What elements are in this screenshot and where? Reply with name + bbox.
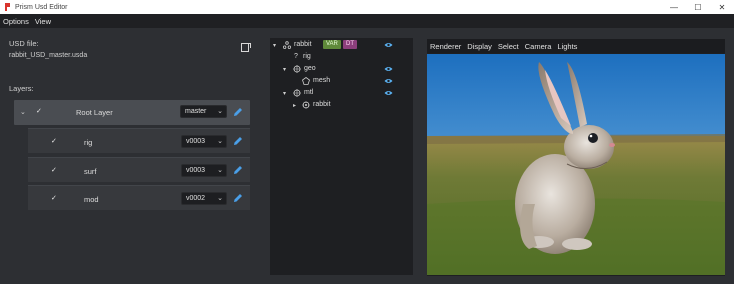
version-dropdown-root[interactable]: master ⌄ — [180, 105, 227, 118]
chevron-down-icon: ⌄ — [217, 195, 223, 202]
node-label: rabbit — [294, 41, 312, 48]
xform-icon — [283, 41, 291, 49]
edit-pencil-icon[interactable] — [233, 107, 243, 117]
tree-node-rabbit[interactable]: ▾ rabbit VAR DT — [273, 40, 411, 50]
title-bar: Prism Usd Editor — ☐ ✕ — [0, 0, 734, 14]
viewport-render[interactable] — [427, 54, 725, 275]
app-logo-icon — [5, 3, 10, 11]
layer-row-rig[interactable]: ✓ rig v0003 ⌄ — [28, 128, 250, 153]
viewport-panel: Renderer Display Select Camera Lights — [427, 39, 725, 276]
unknown-prim-icon: ? — [294, 53, 298, 60]
right-edge-strip — [728, 28, 734, 284]
version-dropdown-rig[interactable]: v0003 ⌄ — [181, 135, 227, 148]
edit-pencil-icon[interactable] — [233, 165, 243, 175]
expand-triangle-icon[interactable]: ▾ — [283, 66, 286, 73]
viewport-menu-camera[interactable]: Camera — [525, 42, 552, 51]
visibility-eye-icon[interactable] — [384, 42, 393, 48]
chevron-down-icon[interactable]: ⌄ — [20, 108, 26, 116]
xform-target-icon — [293, 89, 301, 97]
layer-row-surf[interactable]: ✓ surf v0003 ⌄ — [28, 157, 250, 182]
rendered-scene — [427, 54, 725, 275]
checkbox-rig[interactable]: ✓ — [51, 137, 57, 145]
collapsed-triangle-icon[interactable]: ▸ — [293, 102, 296, 109]
layer-name: rig — [84, 138, 93, 147]
edit-pencil-icon[interactable] — [233, 136, 243, 146]
scene-outliner: ▾ rabbit VAR DT ? rig ▾ geo mesh ▾ mtl ▸… — [270, 38, 413, 275]
xform-target-icon — [293, 65, 301, 73]
layer-row-mod[interactable]: ✓ mod v0002 ⌄ — [28, 185, 250, 210]
minimize-button[interactable]: — — [662, 0, 686, 14]
node-label: rabbit — [313, 101, 331, 108]
checkbox-root[interactable]: ✓ — [36, 107, 42, 115]
layer-name: Root Layer — [76, 108, 113, 117]
chevron-down-icon: ⌄ — [217, 138, 223, 145]
chevron-down-icon: ⌄ — [217, 108, 223, 115]
viewport-menu-display[interactable]: Display — [467, 42, 492, 51]
tree-node-mtl[interactable]: ▾ mtl — [273, 88, 411, 98]
visibility-eye-icon[interactable] — [384, 66, 393, 72]
menu-bar: Options View — [0, 14, 734, 28]
layers-label: Layers: — [9, 84, 34, 93]
menu-view[interactable]: View — [35, 17, 51, 26]
version-dropdown-surf[interactable]: v0003 ⌄ — [181, 164, 227, 177]
edit-pencil-icon[interactable] — [233, 193, 243, 203]
checkbox-mod[interactable]: ✓ — [51, 194, 57, 202]
tree-node-rig[interactable]: ? rig — [273, 52, 411, 62]
viewport-menu-renderer[interactable]: Renderer — [430, 42, 461, 51]
mesh-icon — [302, 77, 310, 85]
layer-name: mod — [84, 195, 99, 204]
node-label: mesh — [313, 77, 331, 84]
material-icon — [302, 101, 310, 109]
tree-node-geo[interactable]: ▾ geo — [273, 64, 411, 74]
layer-name: surf — [84, 167, 97, 176]
close-button[interactable]: ✕ — [710, 0, 734, 14]
viewport-menu-select[interactable]: Select — [498, 42, 519, 51]
menu-options[interactable]: Options — [3, 17, 29, 26]
layer-row-root[interactable]: ⌄ ✓ Root Layer master ⌄ — [14, 100, 250, 125]
tree-node-rabbit-material[interactable]: ▸ rabbit — [273, 100, 411, 110]
maximize-button[interactable]: ☐ — [686, 0, 710, 14]
usd-file-path: rabbit_USD_master.usda — [9, 52, 88, 59]
viewport-menu-lights[interactable]: Lights — [557, 42, 577, 51]
chevron-down-icon: ⌄ — [217, 167, 223, 174]
expand-triangle-icon[interactable]: ▾ — [283, 90, 286, 97]
tree-node-mesh[interactable]: mesh — [273, 76, 411, 86]
visibility-eye-icon[interactable] — [384, 78, 393, 84]
version-dropdown-mod[interactable]: v0002 ⌄ — [181, 192, 227, 205]
node-label: geo — [304, 65, 316, 72]
window-controls: — ☐ ✕ — [662, 0, 734, 14]
node-label: rig — [303, 53, 311, 60]
variant-badge[interactable]: VAR — [323, 40, 341, 49]
visibility-eye-icon[interactable] — [384, 90, 393, 96]
expand-triangle-icon[interactable]: ▾ — [273, 42, 276, 49]
checkbox-surf[interactable]: ✓ — [51, 166, 57, 174]
open-file-icon[interactable] — [241, 42, 251, 52]
viewport-menu-bar: Renderer Display Select Camera Lights — [427, 39, 725, 53]
usd-file-label: USD file: — [9, 39, 39, 48]
dt-badge[interactable]: DT — [343, 40, 357, 49]
window-title: Prism Usd Editor — [15, 3, 68, 11]
node-label: mtl — [304, 89, 314, 96]
